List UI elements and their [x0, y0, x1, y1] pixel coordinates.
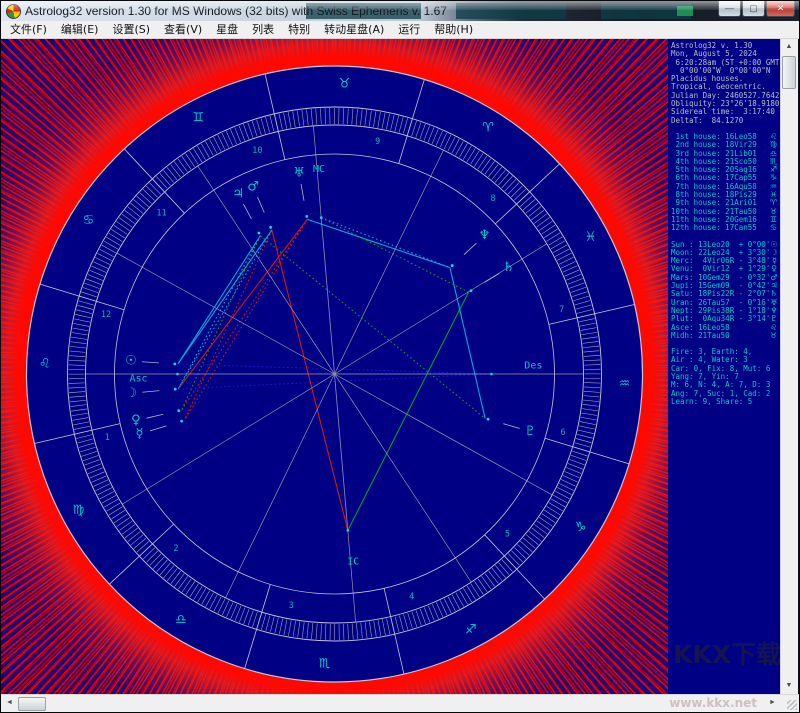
zodiac-sign-icon-3: ♋ [83, 213, 95, 228]
vertical-scroll-thumb[interactable] [782, 56, 796, 89]
menu-item-7[interactable]: 转动星盘(A) [317, 22, 391, 38]
scrollbar-corner [781, 695, 799, 712]
house-number-10: 10 [252, 146, 262, 156]
angle-label-mc: MC [313, 164, 325, 175]
zodiac-sign-icon-10: ♒ [619, 376, 631, 391]
sun-icon: ☉ [125, 354, 137, 369]
house-number-7: 7 [559, 305, 564, 315]
zodiac-sign-icon-1: ♉ [339, 77, 351, 92]
neptune-dot [451, 264, 454, 267]
zodiac-sign-icon-9: ♑ [575, 520, 587, 535]
astrolog32-window: Astrolog32 version 1.30 for MS Windows (… [0, 0, 800, 713]
mars-icon: ♂ [247, 179, 259, 194]
background-window-artifact [456, 3, 566, 19]
stats-line-6: Learn: 9, Share: 5 [671, 398, 780, 406]
zodiac-sign-icon-0: ♈ [482, 120, 494, 135]
scroll-down-button[interactable]: ▼ [781, 678, 797, 694]
des-point-dot [490, 373, 493, 376]
ic-point-dot [347, 529, 350, 532]
sidebar-header-line-9: DeltaT: 84.1270 [671, 117, 780, 125]
sun-dot [173, 362, 176, 365]
mars-dot [269, 226, 272, 229]
mercury-icon: ☿ [136, 427, 144, 442]
resize-grip[interactable] [787, 700, 797, 710]
angle-label-asc: Asc [130, 373, 148, 384]
uranus-icon: ♅ [293, 166, 305, 181]
background-window-artifact [677, 6, 693, 16]
menu-item-9[interactable]: 帮助(H) [427, 22, 480, 38]
zodiac-sign-icon-2: ♊ [192, 111, 204, 126]
house-row-12: 12th house: 17Can55♋ [671, 224, 780, 232]
house-number-1: 1 [105, 433, 110, 443]
menu-item-2[interactable]: 设置(S) [105, 22, 157, 38]
jupiter-icon: ♃ [232, 187, 244, 202]
natal-chart-wheel: ♈♉♊♋♌♍♎♏♐♑♒♓123456789101112☉☽☿♀♂♃♄♅♆♇Asc… [1, 39, 668, 696]
uranus-dot [305, 215, 308, 218]
menu-item-8[interactable]: 运行 [391, 22, 427, 38]
jupiter-dot [258, 232, 261, 235]
menu-item-4[interactable]: 星盘 [209, 22, 245, 38]
zodiac-sign-icon-8: ♐ [465, 622, 477, 637]
horizontal-scroll-thumb[interactable] [18, 697, 46, 711]
vertical-scrollbar[interactable]: ▲ ▼ [780, 39, 798, 694]
menu-item-6[interactable]: 特别 [281, 22, 317, 38]
moon-dot [174, 388, 177, 391]
angle-label-des: Des [524, 360, 542, 371]
app-icon [6, 4, 21, 19]
house-number-9: 9 [375, 137, 380, 147]
menu-item-1[interactable]: 编辑(E) [54, 22, 106, 38]
horizontal-scroll-track[interactable] [46, 695, 764, 712]
house-number-4: 4 [409, 592, 414, 602]
menu-bar: 文件(F)编辑(E)设置(S)查看(V)星盘列表特别转动星盘(A)运行帮助(H) [1, 21, 799, 39]
zodiac-sign-icon-6: ♎ [175, 613, 187, 628]
horizontal-scrollbar[interactable]: ◄ www.kkx.net ► [1, 694, 799, 712]
house-number-11: 11 [156, 208, 166, 218]
zodiac-sign-icon-4: ♌ [39, 357, 51, 372]
house-number-5: 5 [505, 530, 510, 540]
close-button[interactable]: ✕ [766, 1, 795, 17]
menu-item-3[interactable]: 查看(V) [157, 22, 209, 38]
house-number-2: 2 [173, 544, 178, 554]
house-number-6: 6 [560, 428, 565, 438]
zodiac-sign-icon-5: ♍ [73, 503, 85, 518]
pluto-icon: ♇ [524, 424, 536, 439]
angle-label-ic: IC [347, 557, 359, 568]
title-bar[interactable]: Astrolog32 version 1.30 for MS Windows (… [1, 1, 799, 21]
neptune-icon: ♆ [479, 228, 491, 243]
window-title: Astrolog32 version 1.30 for MS Windows (… [25, 4, 447, 18]
zodiac-sign-icon-7: ♏ [319, 656, 331, 671]
pluto-dot [487, 418, 490, 421]
venus-dot [177, 409, 180, 412]
zodiac-sign-icon-11: ♓ [585, 230, 597, 245]
mc-point-dot [320, 216, 323, 219]
scroll-right-button[interactable]: ► [764, 695, 781, 711]
mercury-dot [180, 420, 183, 423]
moon-icon: ☽ [126, 386, 138, 401]
planet-row-11-glyph: ♉ [770, 332, 777, 340]
chart-canvas: ♈♉♊♋♌♍♎♏♐♑♒♓123456789101112☉☽☿♀♂♃♄♅♆♇Asc… [1, 39, 668, 694]
saturn-dot [470, 289, 473, 292]
chart-info-sidebar: KKX下载 Astrolog32 v. 1.30Mon, August 5, 2… [668, 39, 780, 694]
kkx-url-watermark: www.kkx.net [669, 696, 757, 710]
maximize-button[interactable]: ▢ [742, 1, 765, 17]
house-number-12: 12 [101, 310, 111, 320]
house-row-12-glyph: ♋ [770, 224, 777, 232]
asc-point-dot [176, 373, 179, 376]
saturn-icon: ♄ [503, 260, 515, 275]
house-number-3: 3 [289, 601, 294, 611]
menu-item-5[interactable]: 列表 [245, 22, 281, 38]
venus-icon: ♀ [131, 413, 141, 428]
minimize-button[interactable]: — [718, 1, 741, 17]
kkx-watermark: KKX下载 [673, 651, 780, 659]
house-number-8: 8 [491, 194, 496, 204]
planet-row-11: Midh: 21Tau50♉ [671, 332, 780, 340]
menu-item-0[interactable]: 文件(F) [3, 22, 54, 38]
scroll-left-button[interactable]: ◄ [1, 695, 18, 711]
scroll-up-button[interactable]: ▲ [781, 39, 797, 55]
